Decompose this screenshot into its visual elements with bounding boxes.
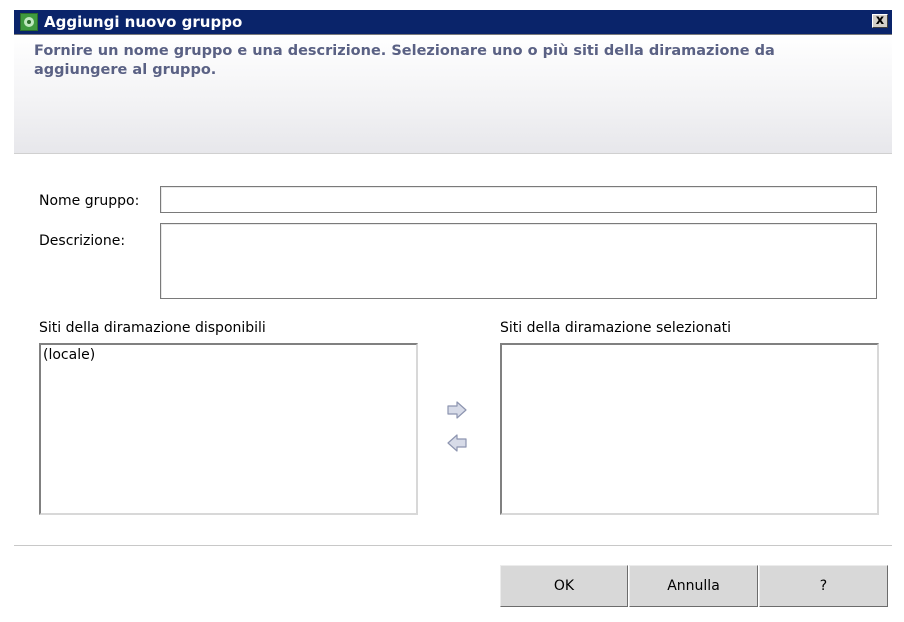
add-group-dialog: Aggiungi nuovo gruppo x Fornire un nome … [0,0,904,622]
description-label: Descrizione: [39,233,126,249]
app-icon [20,13,38,31]
ok-button[interactable]: OK [500,565,628,607]
selected-sites-label: Siti della diramazione selezionati [500,320,732,336]
selected-sites-list[interactable] [500,343,879,515]
group-name-label: Nome gruppo: [39,193,140,209]
available-sites-list[interactable]: (locale) [39,343,418,515]
close-button[interactable]: x [872,14,888,28]
list-item[interactable]: (locale) [43,346,95,364]
footer-separator [14,545,892,546]
group-name-input[interactable] [160,186,877,213]
available-sites-label: Siti della diramazione disponibili [39,320,266,336]
arrow-right-icon[interactable] [444,400,470,420]
arrow-left-icon[interactable] [444,433,470,453]
window-title: Aggiungi nuovo gruppo [44,13,243,31]
instruction-text: Fornire un nome gruppo e una descrizione… [34,43,775,78]
description-input[interactable] [160,223,877,299]
help-button[interactable]: ? [759,565,888,607]
title-bar[interactable]: Aggiungi nuovo gruppo x [14,10,892,35]
cancel-button[interactable]: Annulla [629,565,758,607]
